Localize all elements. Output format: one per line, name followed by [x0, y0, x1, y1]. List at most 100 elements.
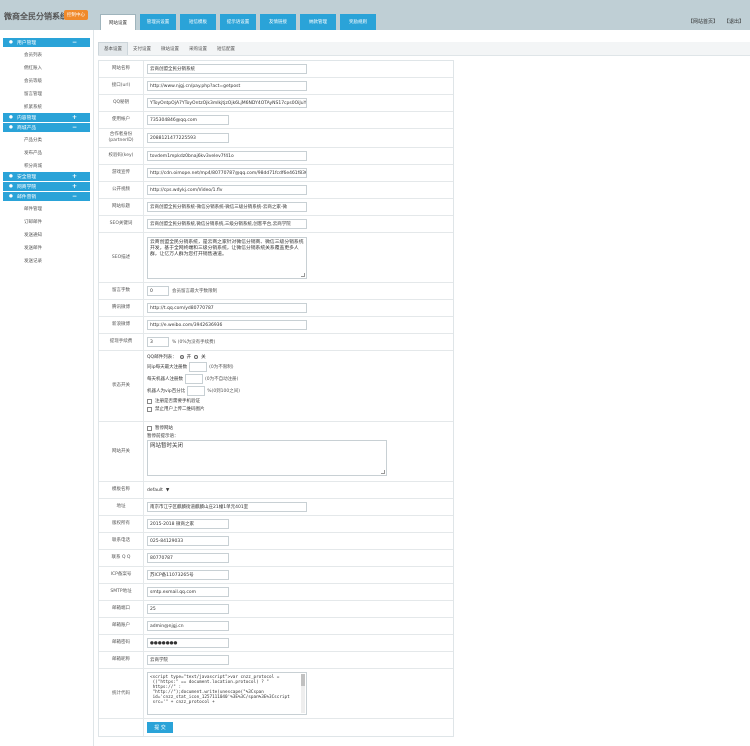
subtab-purchase[interactable]: 采购设置: [184, 42, 212, 55]
daily-reg-input[interactable]: [189, 362, 208, 372]
daily-reg-label: 同ip每天最大注册数: [147, 365, 188, 370]
mail-password-input[interactable]: ●●●●●●●: [147, 638, 229, 648]
sidebar-item-capture[interactable]: 抓紧系统: [3, 100, 90, 113]
site-title-input[interactable]: 云商创盟全民分销系统-微信分销系统-微信三级分销系统-云商之家-微: [147, 202, 307, 212]
pause-tip-label: 暂停前提示语：: [147, 434, 179, 439]
mail-nickname-input[interactable]: 云商学院: [147, 655, 229, 665]
phone-input[interactable]: 025-84129033: [147, 536, 229, 546]
field-label: 联系 Q Q: [99, 550, 144, 566]
field-label: ICP备案号: [99, 567, 144, 583]
tab-site-settings[interactable]: 网站设置: [100, 14, 136, 30]
subtab-sms[interactable]: 短信配置: [212, 42, 240, 55]
tab-admin-settings[interactable]: 管理员设置: [140, 14, 176, 30]
sidebar-item-publish[interactable]: 发布产品: [3, 146, 90, 159]
pause-tip-textarea[interactable]: 网站暂时关闭: [147, 440, 387, 476]
tab-payment-manage[interactable]: 纳款管理: [300, 14, 336, 30]
robot-reg-input[interactable]: [185, 374, 203, 384]
sidebar-item-subscribe[interactable]: 订邮邮件: [3, 215, 90, 228]
message-chars-note: 会员留言最大字数限制: [172, 289, 217, 294]
subtab-payment[interactable]: 支付设置: [128, 42, 156, 55]
account-input[interactable]: 735304846@qq.com: [147, 115, 229, 125]
sidebar-item-send-log[interactable]: 发送记录: [3, 254, 90, 267]
field-label: QQ秘钥: [99, 95, 144, 111]
logout-link[interactable]: 【退出】: [724, 18, 744, 25]
checkbox-phone-verify[interactable]: [147, 398, 152, 404]
tab-reward-rules[interactable]: 奖励规则: [340, 14, 376, 30]
sidebar-item-send-mail[interactable]: 发送邮件: [3, 241, 90, 254]
robot-reg-label: 每天机器人注册数: [147, 377, 183, 382]
sina-weibo-input[interactable]: http://e.weibo.com/3942636936: [147, 320, 307, 330]
resize-grip-icon[interactable]: [301, 272, 305, 277]
settings-form: 网站名称 云商创盟全民分销系统 接口(url) http://www.njgj.…: [98, 60, 454, 737]
sidebar-group-mail[interactable]: ● 邮件营销 −: [3, 192, 90, 202]
tab-sms-template[interactable]: 短信模板: [180, 14, 216, 30]
sidebar-item-notify[interactable]: 发送通知: [3, 228, 90, 241]
sidebar-group-label: 内容管理: [17, 116, 37, 121]
qq-key-input[interactable]: YToyOntpOjA7YToyOntzOjk3mIkjtjzOjk6LjM6N…: [147, 98, 307, 108]
tencent-weibo-input[interactable]: http://t.qq.com/yd80770787: [147, 303, 307, 313]
resize-grip-icon[interactable]: [381, 470, 385, 474]
field-label: 邮箱密码: [99, 635, 144, 651]
collapse-icon[interactable]: −: [72, 193, 77, 200]
seo-description-textarea[interactable]: 云商创盟全民分销系统，是云商之家针对微信分销商、微信三级分销系统开发，基于全网终…: [147, 236, 307, 279]
promo-video-input[interactable]: http://cdn.oimope.net/mp4/80770787@qq.co…: [147, 168, 307, 178]
checkbox-pause-site[interactable]: [147, 425, 152, 431]
expand-icon[interactable]: +: [72, 183, 77, 190]
smtp-input[interactable]: smtp.exmail.qq.com: [147, 587, 229, 597]
field-label: 网站名称: [99, 61, 144, 77]
icp-input[interactable]: 苏ICP备11073265号: [147, 570, 229, 580]
seo-description-text: 云商创盟全民分销系统，是云商之家针对微信分销商、微信三级分销系统开发，基于全网终…: [150, 239, 304, 257]
sidebar-group-content[interactable]: ● 内容管理 +: [3, 113, 90, 123]
scrollbar[interactable]: [301, 674, 305, 713]
mail-user-input[interactable]: admin@njgj.cn: [147, 621, 229, 631]
expand-icon[interactable]: +: [72, 114, 77, 121]
subtab-basic[interactable]: 基本设置: [98, 42, 128, 55]
subtab-microsite[interactable]: 微站设置: [156, 42, 184, 55]
copyright-input[interactable]: 2015-2018 微商之家: [147, 519, 229, 529]
sidebar-item-commission[interactable]: 佣红账入: [3, 61, 90, 74]
sidebar-item-category[interactable]: 产品分类: [3, 133, 90, 146]
api-url-input[interactable]: http://www.njgj.cn/pay.php?act=getpost: [147, 81, 307, 91]
radio-off[interactable]: [194, 355, 199, 359]
sidebar-item-member-list[interactable]: 会员列表: [3, 48, 90, 61]
sidebar-item-member-level[interactable]: 会员等级: [3, 74, 90, 87]
field-label: 接口(url): [99, 78, 144, 94]
vip-rate-input[interactable]: [187, 386, 206, 396]
address-input[interactable]: 南京市江宁区麒麟街道麒麟山庄21幢1单元401室: [147, 502, 307, 512]
checkbox-forbid-qr[interactable]: [147, 406, 152, 412]
public-video-input[interactable]: http://cps.wdykj.com/Video/1.flv: [147, 185, 307, 195]
sidebar-item-mail-manage[interactable]: 邮件管理: [3, 202, 90, 215]
radio-on-label: 开: [186, 355, 192, 360]
qq-mail-label: QQ邮件列表：: [147, 355, 177, 360]
sidebar-group-products[interactable]: ● 商城产品 −: [3, 123, 90, 133]
message-chars-input[interactable]: 0: [147, 286, 169, 296]
user-icon: ●: [9, 40, 13, 45]
stats-code-textarea[interactable]: <script type="text/javascript">var cnzz_…: [147, 672, 307, 715]
tab-friend-links[interactable]: 友情链接: [260, 14, 296, 30]
partner-id-input[interactable]: 2088121477225593: [147, 133, 229, 143]
collapse-icon[interactable]: −: [72, 124, 77, 131]
port-input[interactable]: 25: [147, 604, 229, 614]
field-label: 使用帐户: [99, 112, 144, 128]
sidebar-group-security[interactable]: ● 安全管理 +: [3, 172, 90, 182]
field-label: 邮箱昵称: [99, 652, 144, 668]
site-home-link[interactable]: 【网站首页】: [688, 18, 718, 25]
expand-icon[interactable]: +: [72, 173, 77, 180]
template-select[interactable]: default ▼: [147, 485, 177, 495]
key-input[interactable]: tovdem1mpkdz0bnaj6kv3velev7f41o: [147, 151, 307, 161]
collapse-icon[interactable]: −: [72, 39, 77, 46]
control-center-badge: 控制中心: [64, 10, 88, 20]
tab-prompt-settings[interactable]: 提示语设置: [220, 14, 256, 30]
field-label: SEO关键词: [99, 216, 144, 232]
submit-button[interactable]: 提 交: [147, 722, 173, 733]
sidebar-item-points-mall[interactable]: 积分商城: [3, 159, 90, 172]
qq-input[interactable]: 80770787: [147, 553, 229, 563]
sidebar-item-messages[interactable]: 留言管理: [3, 87, 90, 100]
fee-input[interactable]: 3: [147, 337, 169, 347]
seo-keywords-input[interactable]: 云商创盟全民分销系统,微信分销系统,三级分销系统,创客平台,云商学院: [147, 219, 307, 229]
site-name-input[interactable]: 云商创盟全民分销系统: [147, 64, 307, 74]
sidebar-group-user[interactable]: ● 用户管理 −: [3, 38, 90, 48]
radio-on[interactable]: [179, 355, 184, 359]
field-label: 合作者身份 (partnerID): [99, 129, 144, 147]
sidebar-group-academy[interactable]: ● 网商学院 +: [3, 182, 90, 192]
